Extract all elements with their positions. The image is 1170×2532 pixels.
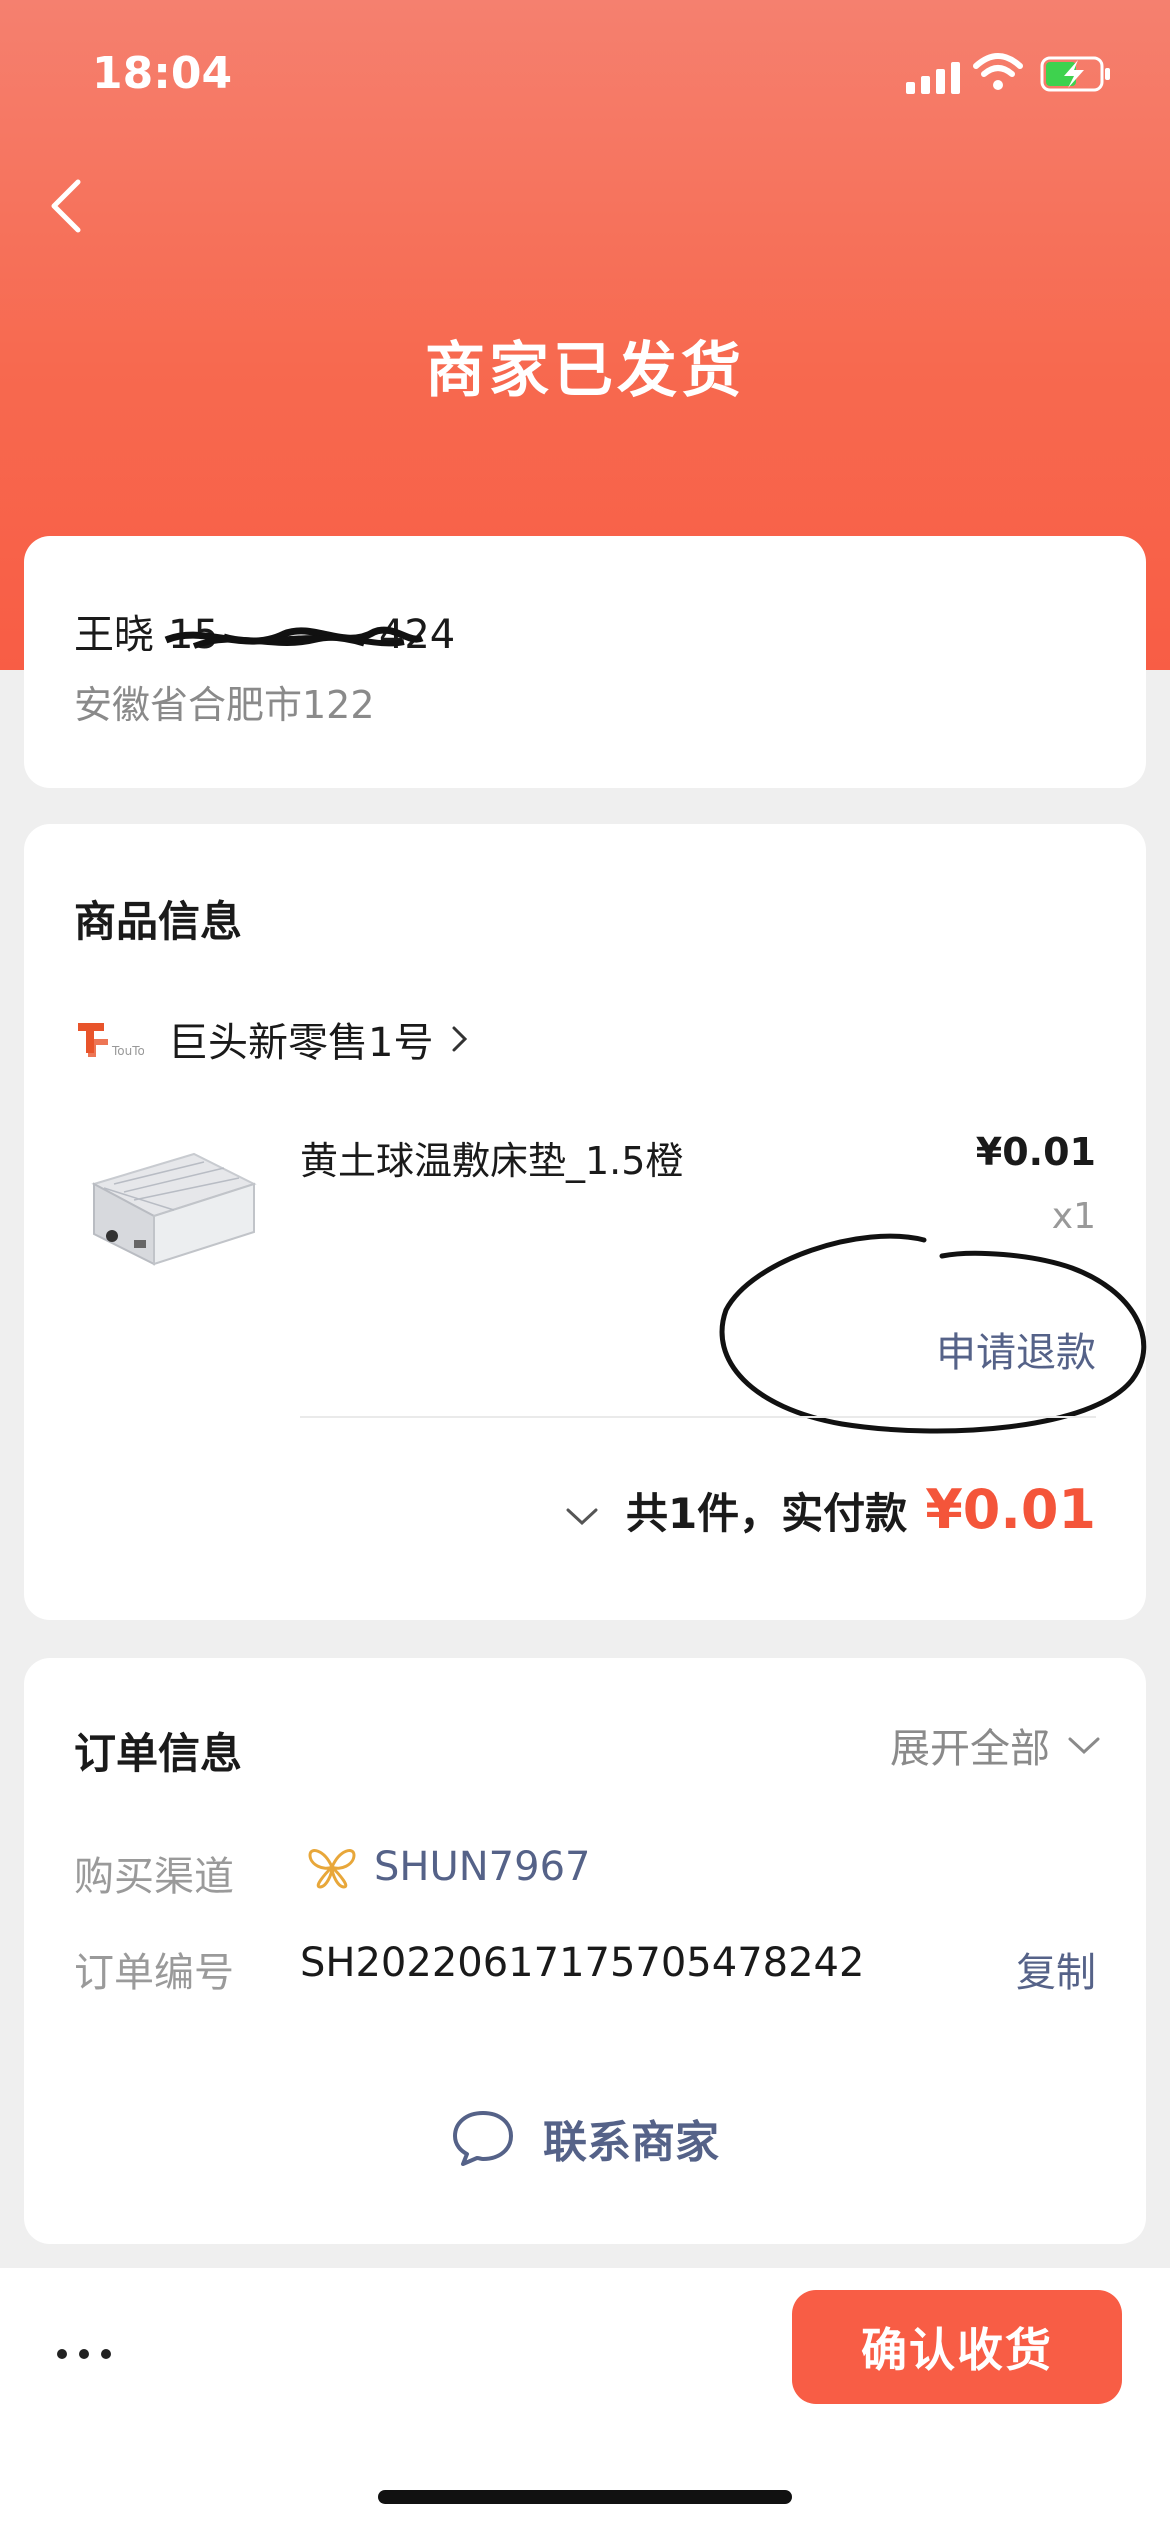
signal-icon	[906, 62, 960, 94]
chevron-down-icon	[1068, 1737, 1100, 1755]
channel-name: SHUN7967	[374, 1844, 591, 1890]
more-dots-icon[interactable]	[54, 2344, 114, 2364]
page-title: 商家已发货	[425, 336, 745, 406]
recipient-phone: 15 424	[164, 612, 455, 658]
home-indicator	[378, 2490, 792, 2504]
section-title-goods: 商品信息	[74, 897, 243, 946]
divider	[300, 1416, 1096, 1418]
tt-shop-logo: TouTou	[78, 1023, 144, 1058]
battery-charging-icon	[1040, 56, 1110, 92]
wifi-icon	[973, 53, 1023, 90]
status-time: 18:04	[92, 48, 233, 99]
product-price: ¥0.01	[975, 1130, 1096, 1174]
section-title-order: 订单信息	[74, 1729, 243, 1778]
order-info-card: 订单信息 展开全部 购买渠道 SHUN7967 订单编号 SH202206171…	[24, 1658, 1146, 2244]
product-image[interactable]	[74, 1144, 264, 1294]
shop-name: 巨头新零售1号	[168, 1020, 434, 1066]
svg-text:TouTou: TouTou	[111, 1044, 144, 1058]
address-card[interactable]: 王晓 15 424 安徽省合肥市122	[24, 536, 1146, 788]
recipient-line: 王晓 15 424	[74, 602, 455, 660]
product-name[interactable]: 黄土球温敷床垫_1.5橙	[300, 1130, 683, 1185]
purchase-channel[interactable]: SHUN7967	[306, 1844, 590, 1890]
address-location: 安徽省合肥市122	[74, 683, 375, 727]
contact-merchant-label: 联系商家	[543, 2117, 719, 2168]
channel-label: 购买渠道	[74, 1854, 234, 1900]
chevron-down-icon[interactable]	[564, 1504, 600, 1528]
butterfly-icon	[308, 1849, 356, 1889]
recipient-name: 王晓	[74, 612, 154, 658]
order-total[interactable]: 共1件，实付款 ¥0.01	[564, 1478, 1096, 1541]
copy-button[interactable]: 复制	[1016, 1940, 1096, 1998]
chevron-right-icon	[452, 1026, 468, 1052]
order-number-label: 订单编号	[74, 1950, 234, 1996]
total-amount: ¥0.01	[925, 1478, 1096, 1541]
expand-all-button[interactable]: 展开全部	[890, 1716, 1102, 1774]
contact-merchant-button[interactable]: 联系商家	[24, 2106, 1146, 2170]
bottom-action-bar: 确认收货	[0, 2268, 1170, 2532]
back-button[interactable]	[44, 176, 88, 236]
confirm-receipt-button[interactable]: 确认收货	[792, 2290, 1122, 2404]
redaction-scribble	[164, 626, 424, 649]
expand-all-label: 展开全部	[890, 1726, 1050, 1772]
total-text: 共1件，实付款	[625, 1489, 908, 1538]
order-number: SH20220617175705478242	[300, 1940, 865, 1986]
refund-button[interactable]: 申请退款	[936, 1320, 1096, 1378]
product-quantity: x1	[1051, 1196, 1096, 1237]
shop-link[interactable]: TouTou 巨头新零售1号	[74, 1010, 471, 1068]
goods-card: 商品信息 TouTou 巨头新零售1号 黄土球温敷床垫_1.5橙 ¥0.01 x…	[24, 824, 1147, 1620]
chat-bubble-icon	[453, 2111, 513, 2166]
